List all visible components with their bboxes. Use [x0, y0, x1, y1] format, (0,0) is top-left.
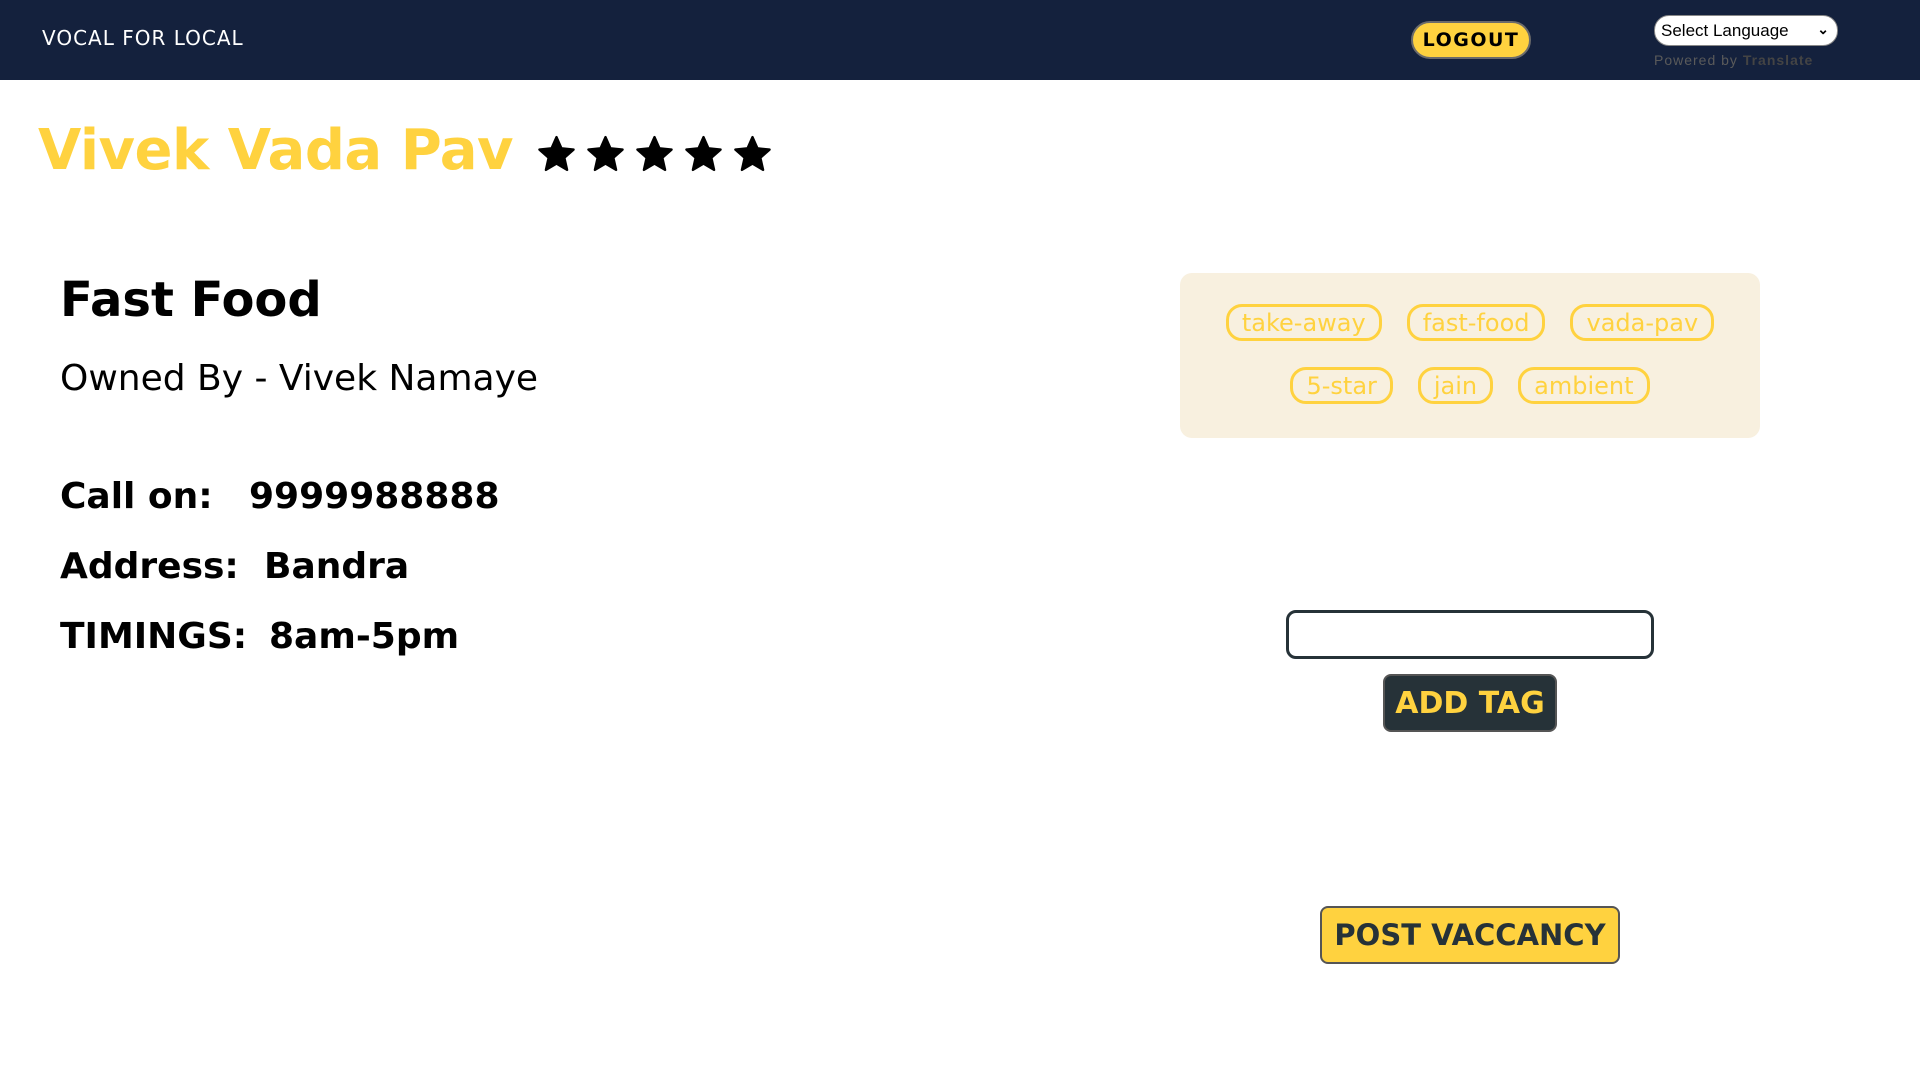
tag-chip[interactable]: vada-pav	[1570, 304, 1715, 341]
language-select-value: Select Language	[1661, 20, 1789, 40]
brand-title[interactable]: VOCAL FOR LOCAL	[42, 26, 244, 50]
chevron-down-icon: ⌄	[1817, 21, 1829, 37]
timings-value: 8am-5pm	[269, 616, 460, 657]
address-value: Bandra	[264, 546, 410, 587]
tag-chip[interactable]: ambient	[1518, 367, 1650, 404]
new-tag-input[interactable]	[1286, 610, 1654, 659]
tag-chip[interactable]: jain	[1417, 367, 1494, 404]
tag-chip[interactable]: fast-food	[1406, 304, 1546, 341]
address-row: Address: Bandra	[60, 546, 409, 587]
tag-list: take-away fast-food vada-pav 5-star jain…	[1180, 273, 1760, 438]
tag-chip[interactable]: 5-star	[1290, 367, 1393, 404]
powered-by-prefix: Powered by	[1654, 52, 1738, 68]
star-icon	[587, 135, 624, 172]
translate-link[interactable]: Translate	[1743, 52, 1813, 68]
star-icon	[636, 135, 673, 172]
add-tag-button[interactable]: ADD TAG	[1383, 674, 1557, 732]
post-vacancy-button[interactable]: POST VACCANCY	[1320, 906, 1620, 964]
powered-by-translate: Powered by Translate	[1654, 52, 1813, 68]
timings-label: TIMINGS:	[60, 616, 248, 657]
phone-value: 9999988888	[249, 476, 500, 517]
phone-row: Call on: 9999988888	[60, 476, 500, 517]
owner-line: Owned By - Vivek Namaye	[60, 358, 539, 399]
star-icon	[538, 135, 575, 172]
language-select[interactable]: Select Language ⌄	[1654, 15, 1838, 46]
shop-name: Vivek Vada Pav	[38, 118, 514, 183]
logout-button[interactable]: LOGOUT	[1411, 21, 1531, 59]
tag-chip[interactable]: take-away	[1225, 304, 1382, 341]
shop-category: Fast Food	[60, 272, 322, 328]
star-icon	[685, 135, 722, 172]
timings-row: TIMINGS: 8am-5pm	[60, 616, 459, 657]
star-icon	[734, 135, 771, 172]
phone-label: Call on:	[60, 476, 213, 517]
star-rating	[536, 134, 773, 175]
navbar: VOCAL FOR LOCAL LOGOUT Select Language ⌄…	[0, 0, 1920, 80]
address-label: Address:	[60, 546, 239, 587]
